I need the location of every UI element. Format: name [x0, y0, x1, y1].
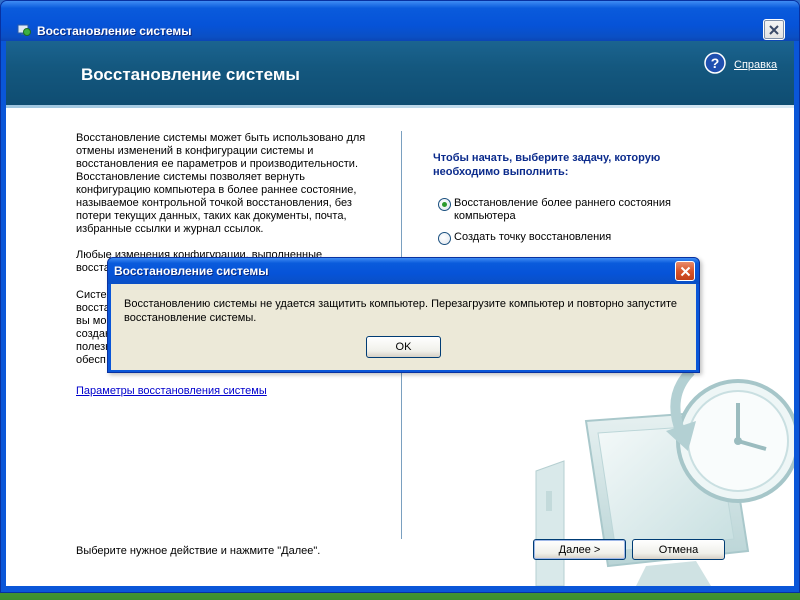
next-label: алее > — [566, 543, 601, 556]
svg-text:?: ? — [711, 55, 720, 71]
radio-button[interactable] — [438, 232, 451, 245]
restore-settings-link[interactable]: Параметры восстановления системы — [76, 385, 267, 397]
next-button[interactable]: Далее > — [533, 539, 626, 560]
intro-line: потери текущих данных, таких как докумен… — [76, 210, 347, 222]
task-prompt: Чтобы начать, выберите задачу, которую н… — [433, 152, 661, 178]
dialog-title: Восстановление системы — [114, 264, 269, 278]
dialog-message: Восстановлению системы не удается защити… — [124, 298, 678, 324]
page-title: Восстановление системы — [81, 65, 300, 84]
next-label-mnemonic: Д — [558, 543, 567, 556]
main-close-button[interactable] — [763, 19, 785, 40]
radio-button-selected[interactable] — [438, 198, 451, 211]
radio-dot-icon — [442, 202, 447, 207]
header-band: Восстановление системы ? Справка — [6, 41, 794, 105]
option-restore-earlier[interactable]: Восстановление более раннего состояния к… — [438, 197, 694, 223]
intro-text: Восстановление системы может быть исполь… — [76, 132, 376, 236]
dialog-titlebar[interactable]: Восстановление системы — [108, 258, 699, 284]
dialog-body: Восстановлению системы не удается защити… — [111, 284, 696, 370]
ok-button[interactable]: OK — [366, 336, 441, 358]
main-titlebar[interactable]: Восстановление системы — [1, 1, 799, 41]
error-dialog: Восстановление системы Восстановлению си… — [107, 257, 700, 373]
option-label: Создать точку восстановления — [454, 231, 612, 243]
intro-line: Восстановление системы может быть исполь… — [76, 132, 366, 144]
intro-line: восстановления ее параметров и производи… — [76, 158, 358, 170]
main-window-title: Восстановление системы — [37, 24, 192, 38]
option-create-restore-point[interactable]: Создать точку восстановления — [438, 231, 694, 245]
intro-line: конфигурацию компьютера в более раннее с… — [76, 184, 357, 196]
system-restore-icon — [17, 24, 31, 36]
bottom-hint: Выберите нужное действие и нажмите "Дале… — [76, 545, 321, 557]
option-label: Восстановление более раннего состояния к… — [454, 197, 671, 222]
close-icon — [769, 24, 779, 35]
intro-line: избранные ссылки и журнал ссылок. — [76, 223, 264, 235]
header-separator — [6, 105, 794, 108]
dialog-close-button[interactable] — [675, 261, 695, 281]
help-link[interactable]: Справка — [734, 59, 777, 71]
cancel-button[interactable]: Отмена — [632, 539, 725, 560]
help-icon[interactable]: ? — [704, 52, 726, 74]
intro-line: Восстановление системы позволяет вернуть — [76, 171, 306, 183]
intro-line: называемое контрольной точкой восстановл… — [76, 197, 352, 209]
intro-line: отмены изменений в конфигурации системы … — [76, 145, 314, 157]
close-icon — [680, 266, 690, 276]
